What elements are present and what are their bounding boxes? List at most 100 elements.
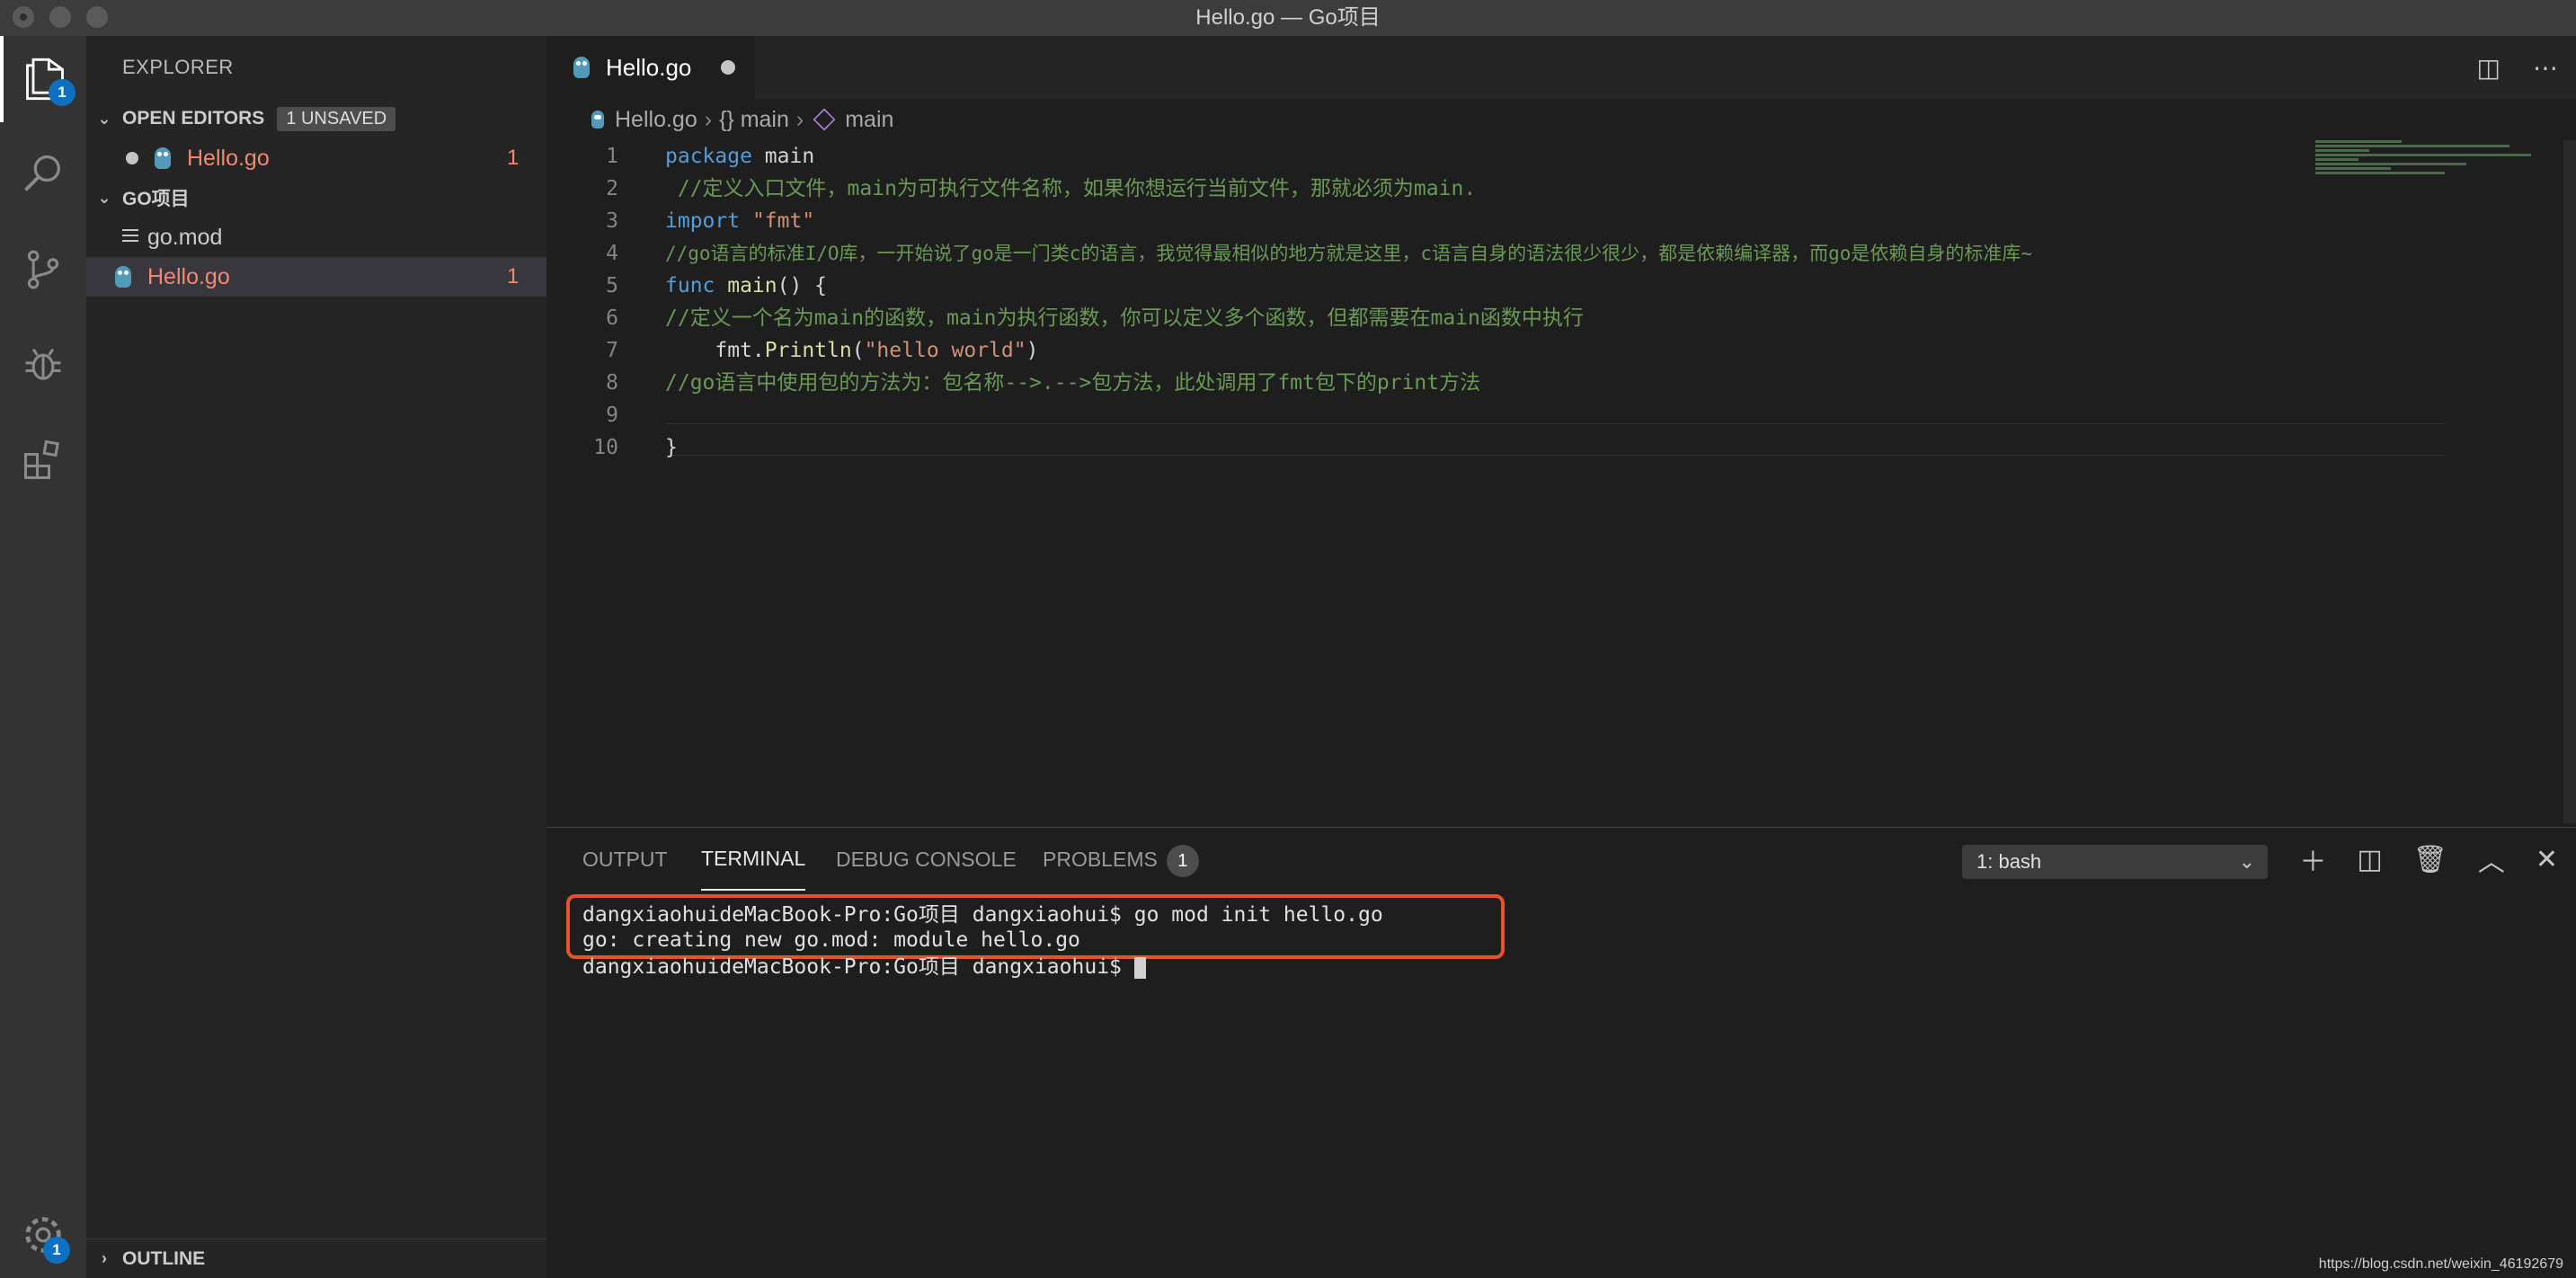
sidebar-title: EXPLORER — [122, 56, 234, 78]
terminal-prompt: dangxiaohuideMacBook-Pro:Go项目 dangxiaohu… — [582, 955, 1134, 979]
terminal-select[interactable]: 1: bash ⌄ — [1962, 845, 2268, 879]
comment: //定义入口文件，main为可执行文件名称，如果你想运行当前文件，那就必须为ma… — [665, 177, 1477, 200]
chevron-right-icon: › — [795, 106, 804, 132]
panel-actions: ＋ ◫ 🗑 ︿ ✕ — [2299, 828, 2558, 891]
breadcrumb: Hello.go › {} main › main — [546, 99, 2576, 140]
watermark: https://blog.csdn.net/weixin_46192679 — [2318, 1256, 2563, 1272]
outline-label: OUTLINE — [122, 1247, 206, 1269]
new-terminal-icon[interactable]: ＋ — [2299, 839, 2326, 879]
tab-debug-console[interactable]: DEBUG CONSOLE — [836, 828, 1017, 891]
line-number: 3 — [606, 209, 618, 233]
string: "fmt" — [740, 209, 815, 233]
breadcrumb-namespace[interactable]: {} main — [719, 107, 789, 133]
open-editors-header[interactable]: ⌄ OPEN EDITORS 1 UNSAVED — [86, 99, 546, 138]
close-panel-icon[interactable]: ✕ — [2536, 844, 2558, 875]
breadcrumb-symbol[interactable]: main — [845, 107, 893, 133]
window-title: Hello.go — Go项目 — [1195, 5, 1381, 30]
current-line-highlight — [665, 423, 2445, 456]
split-terminal-icon[interactable]: ◫ — [2357, 844, 2382, 875]
source-control-icon — [27, 250, 59, 289]
title-bar: Hello.go — Go项目 — [0, 0, 2576, 36]
open-editor-filename: Hello.go — [187, 145, 270, 171]
line-number: 2 — [606, 177, 618, 200]
breadcrumb-file[interactable]: Hello.go — [615, 107, 697, 133]
manage-activity[interactable]: 1 — [0, 1192, 86, 1278]
chevron-down-icon: ⌄ — [97, 188, 111, 207]
chevron-down-icon: ⌄ — [97, 109, 111, 128]
line-number: 5 — [606, 274, 618, 297]
line-number: 9 — [606, 404, 618, 427]
folder-header[interactable]: ⌄ GO项目 — [86, 178, 546, 217]
keyword: func — [665, 274, 715, 297]
split-editor-icon[interactable]: ◫ — [2477, 53, 2500, 83]
open-editors-label: OPEN EDITORS — [122, 108, 265, 129]
terminal-cursor — [1133, 956, 1146, 979]
go-file-icon — [573, 57, 590, 78]
more-actions-icon[interactable]: ⋯ — [2533, 53, 2558, 83]
tab-problems-label: PROBLEMS — [1043, 848, 1158, 871]
punctuation: () { — [777, 274, 828, 297]
open-editor-item[interactable]: Hello.go 1 — [86, 138, 546, 178]
code-line: 9 — [546, 399, 618, 431]
symbol-method-icon — [813, 108, 836, 131]
tab-output[interactable]: OUTPUT — [582, 828, 668, 891]
outline-header[interactable]: › OUTLINE — [86, 1238, 546, 1278]
comment: //定义一个名为main的函数，main为执行函数，你可以定义多个函数，但都需要… — [665, 306, 1584, 330]
debug-activity[interactable] — [0, 322, 86, 408]
file-item-hello-go[interactable]: Hello.go 1 — [86, 257, 546, 297]
keyword: import — [665, 209, 741, 233]
minimap[interactable] — [2315, 140, 2531, 176]
problems-count-badge: 1 — [1166, 844, 1199, 877]
file-item-go-mod[interactable]: go.mod — [86, 217, 546, 257]
punctuation: ) — [1026, 339, 1039, 362]
code-editor[interactable]: 1 package main 2 //定义入口文件，main为可执行文件名称，如果… — [546, 140, 2576, 823]
line-number: 4 — [606, 242, 618, 265]
explorer-activity[interactable]: 1 — [0, 36, 86, 122]
trash-icon[interactable]: 🗑 — [2413, 844, 2447, 875]
string: "hello world" — [864, 339, 1026, 362]
punctuation: ( — [851, 339, 865, 362]
bottom-panel: OUTPUT TERMINAL DEBUG CONSOLE PROBLEMS 1 … — [546, 827, 2576, 1278]
terminal-select-value: 1: bash — [1976, 850, 2042, 873]
unsaved-dot-icon[interactable] — [126, 152, 138, 164]
tab-terminal[interactable]: TERMINAL — [701, 828, 806, 891]
code-line: 7 fmt.Println("hello world") — [546, 334, 1038, 367]
terminal-line: go: creating new go.mod: module hello.go — [582, 928, 1080, 952]
code-line: 10} — [546, 431, 678, 464]
code-line: 3 import "fmt" — [546, 205, 814, 237]
chevron-right-icon: › — [102, 1249, 107, 1267]
search-activity[interactable] — [0, 131, 86, 217]
identifier: fmt. — [665, 339, 765, 362]
editor-scrollbar[interactable] — [2563, 140, 2576, 823]
text-file-icon — [122, 229, 138, 245]
line-number: 10 — [593, 436, 618, 459]
unsaved-dot-icon[interactable] — [721, 60, 735, 75]
comment: //go语言中使用包的方法为：包名称-->.-->包方法，此处调用了fmt包下的… — [665, 371, 1481, 395]
extensions-activity[interactable] — [0, 417, 86, 503]
code-line: 1 package main — [546, 140, 814, 173]
keyword: package — [665, 145, 752, 168]
chevron-down-icon: ⌄ — [2238, 850, 2255, 873]
code-line: 6 //定义一个名为main的函数，main为执行函数，你可以定义多个函数，但都需… — [546, 302, 1584, 334]
explorer-badge: 1 — [49, 79, 76, 106]
tab-problems[interactable]: PROBLEMS 1 — [1043, 828, 1199, 891]
problem-count: 1 — [507, 146, 520, 170]
unsaved-badge: 1 UNSAVED — [277, 106, 396, 131]
punctuation: } — [665, 436, 678, 459]
comment: //go语言的标准I/O库，一开始说了go是一门类c的语言，我觉得最相似的地方就… — [665, 243, 2032, 264]
code-line: 5 func main() { — [546, 270, 827, 302]
code-line: 4 //go语言的标准I/O库，一开始说了go是一门类c的语言，我觉得最相似的地方… — [546, 237, 2032, 270]
file-name: go.mod — [147, 224, 223, 250]
function-name: Println — [764, 339, 852, 362]
terminal-prompt-line[interactable]: dangxiaohuideMacBook-Pro:Go项目 dangxiaohu… — [582, 954, 1146, 981]
explorer-sidebar: EXPLORER ⌄ OPEN EDITORS 1 UNSAVED Hello.… — [86, 36, 546, 1278]
line-number: 6 — [606, 306, 618, 330]
folder-label: GO项目 — [122, 189, 190, 209]
source-control-activity[interactable] — [0, 226, 86, 313]
tab-hello-go[interactable]: Hello.go — [546, 36, 755, 99]
maximize-panel-icon[interactable]: ︿ — [2478, 839, 2505, 879]
line-number: 7 — [606, 339, 618, 362]
problem-count: 1 — [507, 264, 520, 288]
activity-bar: 1 1 — [0, 36, 86, 1278]
tab-label: Hello.go — [606, 53, 692, 81]
